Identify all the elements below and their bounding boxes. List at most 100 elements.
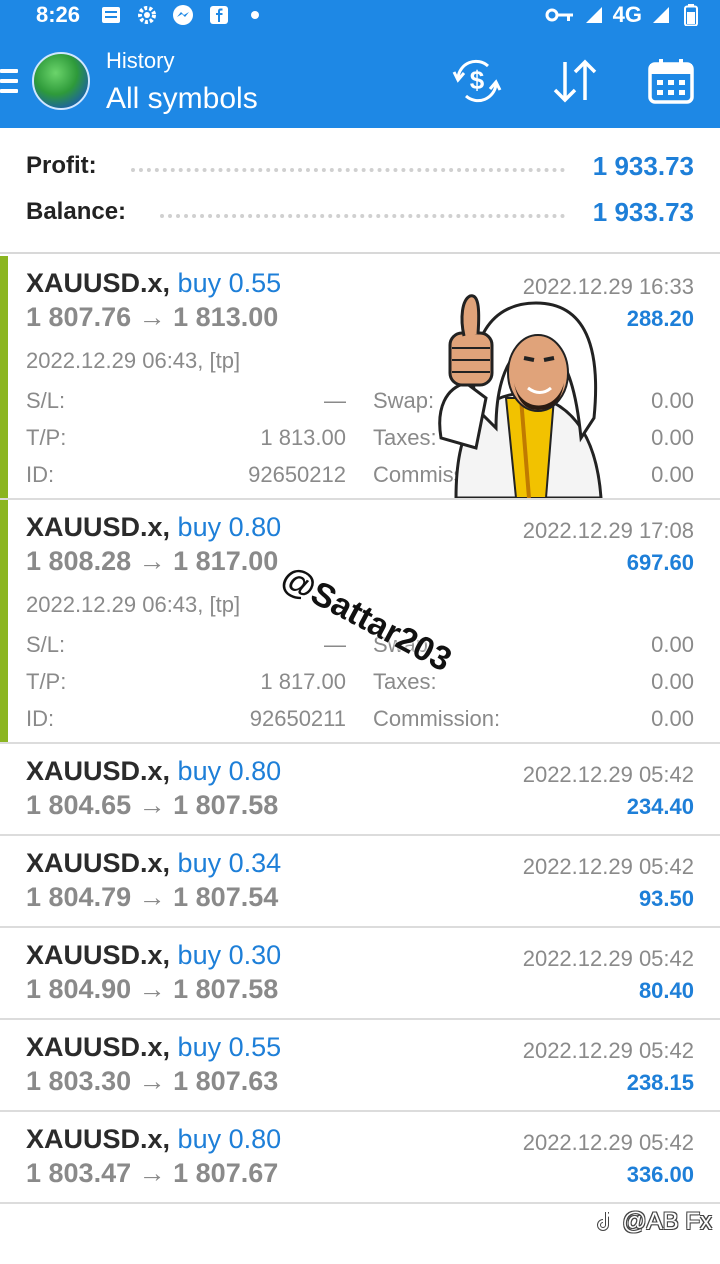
deal-symbol: XAUUSD.x, buy 0.55 [26, 268, 281, 299]
deal-side: buy 0.80 [177, 1124, 282, 1154]
close-price: 1 807.58 [173, 974, 279, 1004]
deal-row[interactable]: XAUUSD.x, buy 0.30 1 804.90 → 1 807.58 2… [0, 928, 720, 1020]
deal-prices: 1 804.65 → 1 807.58 [26, 790, 278, 821]
deal-row[interactable]: XAUUSD.x, buy 0.55 1 803.30 → 1 807.63 2… [0, 1020, 720, 1112]
open-time: 2022.12.29 06:43, [tp] [26, 592, 241, 617]
deal-row[interactable]: XAUUSD.x, buy 0.80 1 804.65 → 1 807.58 2… [0, 744, 720, 836]
open-price: 1 803.47 [26, 1158, 132, 1188]
symbol-name: XAUUSD.x, [26, 512, 171, 542]
symbol-name: XAUUSD.x, [26, 940, 171, 970]
deal-side: buy 0.34 [177, 848, 282, 878]
open-price: 1 803.30 [26, 1066, 132, 1096]
deal-time: 2022.12.29 17:08 [522, 518, 694, 543]
balance-label: Balance: [26, 198, 127, 225]
deal-time: 2022.12.29 05:42 [522, 762, 694, 787]
sort-icon[interactable] [550, 58, 600, 104]
deal-profit: 697.60 [626, 550, 694, 575]
deal-profit: 234.40 [626, 794, 694, 819]
messenger-icon [172, 4, 194, 26]
arrow-icon: → [138, 302, 166, 332]
close-price: 1 807.58 [173, 790, 279, 820]
deal-profit: 80.40 [638, 978, 694, 1003]
swap-value: 0.00 [651, 388, 694, 413]
swap-value: 0.00 [651, 632, 694, 657]
menu-icon[interactable] [0, 69, 18, 93]
arrow-icon: → [138, 790, 166, 820]
symbol-name: XAUUSD.x, [26, 1032, 171, 1062]
profit-row: Profit: 1 933.73 [26, 146, 694, 186]
currency-exchange-icon[interactable]: $ [452, 58, 502, 104]
symbol-name: XAUUSD.x, [26, 268, 171, 298]
deal-prices: 1 803.30 → 1 807.63 [26, 1066, 278, 1097]
taxes-value: 0.00 [651, 669, 694, 694]
deal-profit: 93.50 [638, 886, 694, 911]
deal-symbol: XAUUSD.x, buy 0.34 [26, 848, 281, 879]
balance-value: 1 933.73 [592, 196, 694, 227]
signal-icon [583, 4, 605, 26]
tiktok-icon [596, 1208, 623, 1235]
open-price: 1 808.28 [26, 546, 132, 576]
close-price: 1 807.67 [173, 1158, 279, 1188]
sl-value: — [324, 388, 346, 413]
deal-row[interactable]: XAUUSD.x, buy 0.34 1 804.79 → 1 807.54 2… [0, 836, 720, 928]
commission-value: 0.00 [651, 462, 694, 487]
deal-prices: 1 808.28 → 1 817.00 [26, 546, 278, 577]
app-logo [32, 52, 90, 110]
deal-time: 2022.12.29 05:42 [522, 1038, 694, 1063]
deal-side: buy 0.55 [177, 268, 282, 298]
open-price: 1 804.90 [26, 974, 132, 1004]
deal-prices: 1 807.76 → 1 813.00 [26, 302, 278, 333]
app-bar: History All symbols $ [0, 30, 720, 128]
profit-value: 1 933.73 [592, 150, 694, 181]
close-price: 1 817.00 [173, 546, 279, 576]
deal-symbol: XAUUSD.x, buy 0.55 [26, 1032, 281, 1063]
deal-side: buy 0.55 [177, 1032, 282, 1062]
tp-value: 1 817.00 [260, 669, 346, 694]
deal-row[interactable]: XAUUSD.x, buy 0.55 1 807.76 → 1 813.00 2… [0, 256, 720, 500]
deal-row[interactable]: XAUUSD.x, buy 0.80 1 803.47 → 1 807.67 2… [0, 1112, 720, 1204]
divider [130, 168, 565, 172]
battery-icon [680, 4, 702, 26]
calendar-icon[interactable] [646, 58, 696, 104]
key-icon [545, 4, 575, 26]
balance-row: Balance: 1 933.73 [26, 192, 694, 232]
deal-side: buy 0.80 [177, 512, 282, 542]
deal-prices: 1 804.90 → 1 807.58 [26, 974, 278, 1005]
deal-side: buy 0.80 [177, 756, 282, 786]
deal-symbol: XAUUSD.x, buy 0.80 [26, 512, 281, 543]
account-summary: Profit: 1 933.73 Balance: 1 933.73 [0, 128, 720, 254]
taxes-value: 0.00 [651, 425, 694, 450]
close-price: 1 807.63 [173, 1066, 279, 1096]
commission-label: Commission: [373, 706, 501, 731]
deal-symbol: XAUUSD.x, buy 0.80 [26, 756, 281, 787]
id-label: ID: [26, 706, 55, 731]
taxes-label: Taxes: [373, 425, 437, 450]
deal-prices: 1 803.47 → 1 807.67 [26, 1158, 278, 1189]
facebook-icon [208, 4, 230, 26]
divider [160, 214, 565, 218]
close-price: 1 807.54 [173, 882, 279, 912]
footer-watermark: @AB Fx [596, 1208, 712, 1236]
tp-label: T/P: [26, 669, 67, 694]
notification-dot-icon [244, 4, 266, 26]
close-price: 1 813.00 [173, 302, 279, 332]
sl-label: S/L: [26, 388, 66, 413]
thumbs-up-sticker [436, 288, 606, 500]
svg-text:$: $ [470, 65, 485, 95]
arrow-icon: → [138, 546, 166, 576]
tp-label: T/P: [26, 425, 67, 450]
commission-value: 0.00 [651, 706, 694, 731]
deal-side: buy 0.30 [177, 940, 282, 970]
deal-time: 2022.12.29 05:42 [522, 854, 694, 879]
page-title[interactable]: All symbols [106, 82, 258, 116]
deal-profit: 288.20 [626, 306, 694, 331]
deal-symbol: XAUUSD.x, buy 0.80 [26, 1124, 281, 1155]
deal-profit: 336.00 [626, 1162, 694, 1187]
arrow-icon: → [138, 1158, 166, 1188]
status-bar: 8:26 4G [0, 0, 720, 30]
sl-label: S/L: [26, 632, 66, 657]
id-value: 92650211 [249, 706, 346, 731]
open-price: 1 804.79 [26, 882, 132, 912]
page-subtitle: History [106, 48, 175, 73]
id-value: 92650212 [248, 462, 346, 487]
